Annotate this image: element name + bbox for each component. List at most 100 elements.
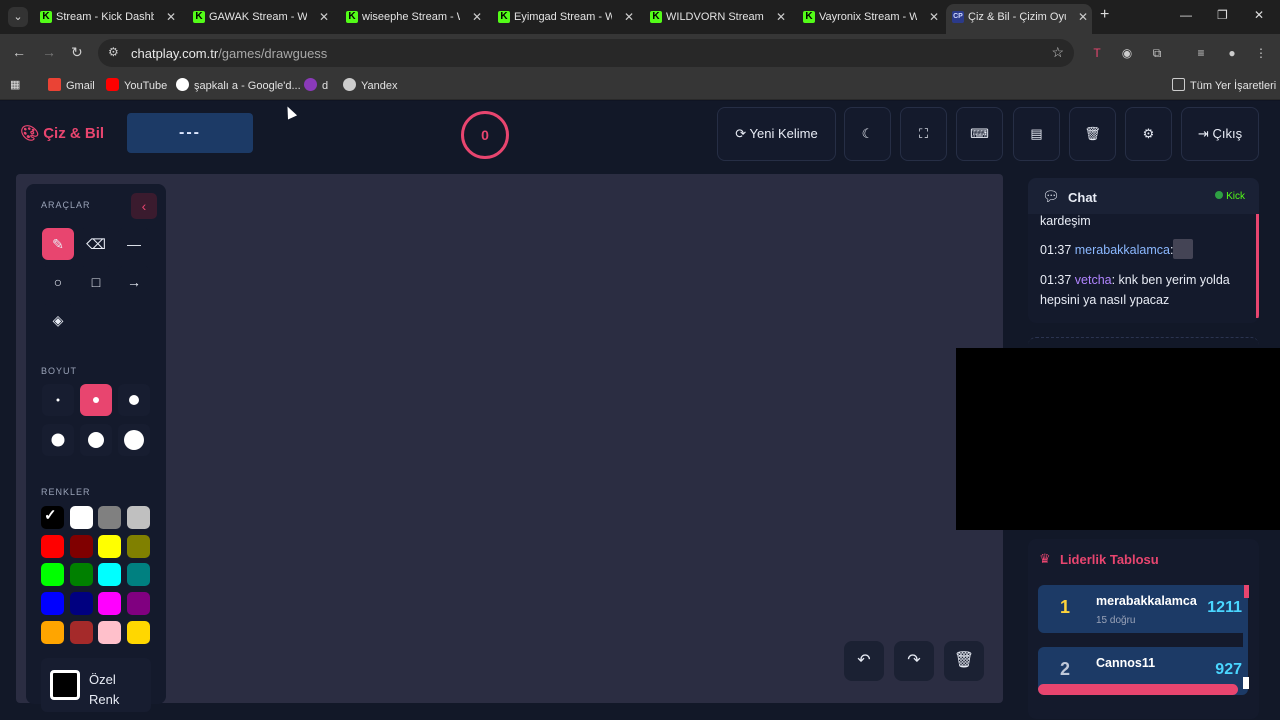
size-option-6[interactable] <box>118 424 150 456</box>
color-swatch[interactable] <box>69 563 93 587</box>
site-info-icon[interactable]: ⚙ <box>108 45 119 59</box>
close-tab-icon[interactable]: ✕ <box>166 4 176 30</box>
media-control-icon[interactable]: ≡ <box>1193 45 1209 61</box>
logout-button[interactable]: ⇥ Çıkış <box>1181 107 1259 161</box>
chat-scrollbar[interactable] <box>1256 214 1259 318</box>
size-option-3[interactable] <box>118 384 150 416</box>
color-swatch[interactable] <box>98 592 121 616</box>
url-field[interactable]: ⚙ chatplay.com.tr/games/drawguess ☆ <box>98 39 1074 67</box>
browser-tab[interactable]: K Vayronix Stream - Watch ✕ <box>797 4 943 30</box>
new-tab-icon[interactable]: + <box>1100 6 1109 24</box>
bookmark-label: Yandex <box>361 80 398 92</box>
entry-score: 927 <box>1215 661 1242 678</box>
bookmark-gmail[interactable]: Gmail <box>48 78 95 92</box>
eraser-tool[interactable]: ⌫ <box>80 228 112 260</box>
profile-avatar-icon[interactable]: ● <box>1224 45 1240 61</box>
close-tab-icon[interactable]: ✕ <box>319 4 329 30</box>
reload-icon[interactable]: ↻ <box>71 44 83 61</box>
color-swatch[interactable] <box>126 506 150 529</box>
close-tab-icon[interactable]: ✕ <box>1078 4 1088 30</box>
color-swatch[interactable] <box>41 592 64 616</box>
bookmark-google[interactable]: şapkalı a - Google'd... <box>176 78 301 92</box>
leaderboard-entry: 1 merabakkalamca 15 doğru 1211 <box>1038 585 1248 633</box>
undo-button[interactable]: ↶ <box>844 641 884 681</box>
color-swatch[interactable] <box>126 534 150 558</box>
leaderboard-scroll-bottom[interactable] <box>1243 677 1249 689</box>
undo-icon: ↶ <box>857 652 871 669</box>
color-swatch[interactable] <box>126 563 150 587</box>
fullscreen-button[interactable]: ⛶ <box>900 107 947 161</box>
forward-icon[interactable]: → <box>42 44 56 60</box>
size-dot <box>88 432 104 448</box>
color-swatch[interactable] <box>126 592 150 616</box>
size-option-4[interactable] <box>42 424 74 456</box>
extensions-puzzle-icon[interactable]: ⧉ <box>1149 45 1165 61</box>
browser-tab[interactable]: K Stream - Kick Dashboard ✕ <box>34 4 180 30</box>
extension-icon[interactable]: T <box>1089 45 1105 61</box>
color-swatch[interactable] <box>69 506 93 529</box>
color-swatch[interactable] <box>69 620 93 644</box>
color-swatch[interactable] <box>41 563 64 587</box>
fill-tool[interactable]: ◈ <box>42 304 74 336</box>
trash-button[interactable]: 🗑︎ <box>1069 107 1116 161</box>
color-swatch[interactable] <box>69 592 93 616</box>
color-swatch[interactable]: ✓ <box>41 506 64 529</box>
bookmark-yandex[interactable]: Yandex <box>343 78 398 92</box>
apps-grid-icon[interactable]: ▦ <box>10 78 20 91</box>
minimize-icon[interactable]: — <box>1180 8 1192 22</box>
message-user[interactable]: merabakkalamca <box>1075 243 1170 257</box>
trash-icon: 🗑︎ <box>953 652 975 669</box>
arrow-tool[interactable]: → <box>118 266 150 298</box>
dark-mode-button[interactable]: ☾ <box>844 107 891 161</box>
close-tab-icon[interactable]: ✕ <box>624 4 634 30</box>
maximize-icon[interactable]: ❐ <box>1217 8 1228 22</box>
color-swatch[interactable] <box>98 506 121 529</box>
back-icon[interactable]: ← <box>12 44 26 60</box>
color-swatch[interactable] <box>126 620 150 644</box>
color-swatch[interactable] <box>98 620 121 644</box>
settings-button[interactable]: ⚙ <box>1125 107 1172 161</box>
tab-search-icon[interactable]: ⌄ <box>8 7 28 27</box>
brush-tool[interactable]: ✎ <box>42 228 74 260</box>
browser-tab[interactable]: K WILDVORN Stream - Watch ✕ <box>644 4 790 30</box>
size-option-1[interactable] <box>42 384 74 416</box>
close-window-icon[interactable]: ✕ <box>1254 8 1264 22</box>
color-swatch[interactable] <box>41 534 64 558</box>
browser-tab-active[interactable]: CP Çiz & Bil - Çizim Oyunu ✕ <box>946 4 1092 34</box>
close-tab-icon[interactable]: ✕ <box>929 4 939 30</box>
all-bookmarks[interactable]: Tüm Yer İşaretleri <box>1172 78 1276 92</box>
color-swatch[interactable] <box>98 534 121 558</box>
new-word-button[interactable]: ⟳ Yeni Kelime <box>717 107 836 161</box>
circle-tool[interactable]: ○ <box>42 266 74 298</box>
browser-tab[interactable]: K wiseephe Stream - Watch ✕ <box>340 4 486 30</box>
custom-color-button[interactable]: Özel Renk <box>41 658 151 712</box>
archive-button[interactable]: ▤ <box>1013 107 1060 161</box>
size-option-2[interactable] <box>80 384 112 416</box>
color-swatch[interactable] <box>69 534 93 558</box>
clear-canvas-button[interactable]: 🗑︎ <box>944 641 984 681</box>
bookmark-d[interactable]: d <box>304 78 328 92</box>
menu-kebab-icon[interactable]: ⋮ <box>1253 45 1269 61</box>
app-logo[interactable]: 🎨︎ Çiz & Bil <box>20 124 104 142</box>
bookmark-youtube[interactable]: YouTube <box>106 78 167 92</box>
leaderboard-title: Liderlik Tablosu <box>1060 552 1159 567</box>
keyboard-button[interactable]: ⌨ <box>956 107 1003 161</box>
browser-tab[interactable]: K Eyimgad Stream - Watch ✕ <box>492 4 638 30</box>
leaderboard-scroll-thumb[interactable] <box>1244 585 1249 598</box>
message-user[interactable]: vetcha <box>1075 273 1112 287</box>
leaderboard-scrollbar[interactable] <box>1243 585 1248 689</box>
tools-heading: ARAÇLAR <box>41 200 91 210</box>
size-option-5[interactable] <box>80 424 112 456</box>
close-tab-icon[interactable]: ✕ <box>472 4 482 30</box>
close-tab-icon[interactable]: ✕ <box>776 4 786 30</box>
extension-icon[interactable]: ◉ <box>1119 45 1135 61</box>
chat-header: 💬︎ Chat Kick <box>1028 178 1259 214</box>
rectangle-tool[interactable]: □ <box>80 266 112 298</box>
bookmark-star-icon[interactable]: ☆ <box>1051 44 1064 61</box>
browser-tab[interactable]: K GAWAK Stream - Watch ✕ <box>187 4 333 30</box>
line-tool[interactable]: — <box>118 228 150 260</box>
redo-button[interactable]: ↷ <box>894 641 934 681</box>
color-swatch[interactable] <box>98 563 121 587</box>
color-swatch[interactable] <box>41 620 64 644</box>
collapse-panel-button[interactable]: ‹ <box>131 193 157 219</box>
